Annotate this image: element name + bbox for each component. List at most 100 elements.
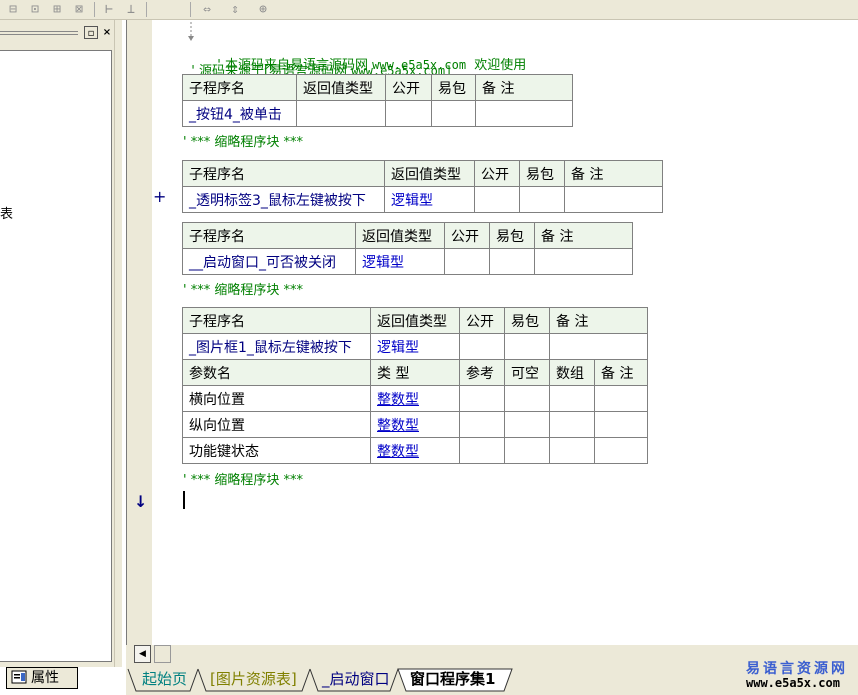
col-return-type: 返回值类型: [296, 74, 386, 101]
sub-table-with-params: 子程序名 返回值类型 公开 易包 备 注 _图片框1_鼠标左键被按下 逻辑型 参…: [182, 307, 648, 464]
param-type-cell[interactable]: 整数型: [370, 437, 460, 464]
watermark-url: www.e5a5x.com: [746, 676, 840, 690]
public-cell[interactable]: [385, 100, 432, 127]
watermark-cn: 易语言资源网: [746, 661, 848, 677]
return-type-cell[interactable]: 逻辑型: [384, 186, 475, 213]
close-icon[interactable]: ×: [100, 26, 114, 39]
h-space-icon[interactable]: ⊢: [98, 1, 120, 18]
sub-name-cell[interactable]: _图片框1_鼠标左键被按下: [182, 333, 371, 360]
col-remark: 备 注: [549, 307, 648, 334]
layout-top-icon[interactable]: ⊞: [46, 1, 68, 18]
grip-line: [0, 31, 78, 32]
sub-name-cell[interactable]: _透明标签3_鼠标左键被按下: [182, 186, 385, 213]
col-return-type: 返回值类型: [384, 160, 475, 187]
h-size-icon[interactable]: ⇔: [196, 1, 218, 18]
toolbar-separator: [146, 2, 147, 17]
col-public: 公开: [474, 160, 520, 187]
arrow-down-icon: ↓: [134, 492, 148, 511]
return-type-cell[interactable]: [296, 100, 386, 127]
tab-startup-window[interactable]: _启动窗口: [316, 667, 396, 691]
param-remark-cell[interactable]: [594, 411, 648, 438]
collapsed-block[interactable]: ' *** 缩略程序块 ***: [183, 469, 303, 488]
remark-cell[interactable]: [475, 100, 573, 127]
param-name-cell[interactable]: 横向位置: [182, 385, 371, 412]
layout-spread-icon[interactable]: ⊠: [68, 1, 90, 18]
param-array-cell[interactable]: [549, 437, 595, 464]
param-array-cell[interactable]: [549, 411, 595, 438]
param-type-cell[interactable]: 整数型: [370, 411, 460, 438]
scroll-right-button[interactable]: [154, 645, 171, 663]
public-cell[interactable]: [474, 186, 520, 213]
toolbar-separator: [94, 2, 95, 17]
scroll-left-button[interactable]: ◀: [134, 645, 151, 663]
v-size-icon[interactable]: ⇕: [224, 1, 246, 18]
tab-window-assembly[interactable]: 窗口程序集1: [404, 667, 501, 691]
col-return-type: 返回值类型: [355, 222, 445, 249]
col-easy-pkg: 易包: [489, 222, 535, 249]
easy-pkg-cell[interactable]: [519, 186, 565, 213]
param-remark-cell[interactable]: [594, 437, 648, 464]
text-caret: [183, 491, 185, 509]
public-cell[interactable]: [459, 333, 505, 360]
param-nullable-cell[interactable]: [504, 385, 550, 412]
col-ref: 参考: [459, 359, 505, 386]
public-cell[interactable]: [444, 248, 490, 275]
param-name-cell[interactable]: 功能键状态: [182, 437, 371, 464]
panel-content: 表: [0, 50, 112, 662]
col-return-type: 返回值类型: [370, 307, 460, 334]
grip-line: [0, 34, 78, 35]
tab-image-resources[interactable]: [图片资源表]: [204, 667, 303, 691]
layout-center-icon[interactable]: ⊡: [24, 1, 46, 18]
easy-pkg-cell[interactable]: [489, 248, 535, 275]
collapsed-block[interactable]: ' *** 缩略程序块 ***: [183, 131, 303, 150]
param-ref-cell[interactable]: [459, 437, 505, 464]
expand-icon[interactable]: +: [153, 187, 166, 206]
return-type-cell[interactable]: 逻辑型: [370, 333, 460, 360]
properties-tab[interactable]: 属性: [6, 667, 78, 689]
collapsed-block[interactable]: ' *** 缩略程序块 ***: [183, 279, 303, 298]
left-dock-panel: ▫ × 表: [0, 20, 122, 667]
col-param-remark: 备 注: [594, 359, 648, 386]
col-sub-name: 子程序名: [182, 74, 297, 101]
remark-cell[interactable]: [534, 248, 633, 275]
param-remark-cell[interactable]: [594, 385, 648, 412]
col-remark: 备 注: [534, 222, 633, 249]
param-nullable-cell[interactable]: [504, 437, 550, 464]
col-array: 数组: [549, 359, 595, 386]
panel-titlebar[interactable]: ▫ ×: [0, 24, 118, 40]
param-type-cell[interactable]: 整数型: [370, 385, 460, 412]
layout-left-icon[interactable]: ⊟: [2, 1, 24, 18]
pin-icon[interactable]: ▫: [84, 26, 98, 39]
center-icon[interactable]: ⊕: [252, 1, 274, 18]
form-layout-toolbar: ⊟ ⊡ ⊞ ⊠ ⊢ ⊥ ⇔ ⇕ ⊕: [0, 0, 858, 20]
param-name-cell[interactable]: 纵向位置: [182, 411, 371, 438]
param-nullable-cell[interactable]: [504, 411, 550, 438]
param-ref-cell[interactable]: [459, 385, 505, 412]
toolbar-separator: [190, 2, 191, 17]
param-ref-cell[interactable]: [459, 411, 505, 438]
sub-name-cell[interactable]: __启动窗口_可否被关闭: [182, 248, 356, 275]
v-space-icon[interactable]: ⊥: [120, 1, 142, 18]
col-sub-name: 子程序名: [182, 222, 356, 249]
col-easy-pkg: 易包: [504, 307, 550, 334]
easy-pkg-cell[interactable]: [504, 333, 550, 360]
remark-cell[interactable]: [549, 333, 648, 360]
col-sub-name: 子程序名: [182, 307, 371, 334]
param-array-cell[interactable]: [549, 385, 595, 412]
col-easy-pkg: 易包: [519, 160, 565, 187]
col-remark: 备 注: [564, 160, 663, 187]
col-public: 公开: [444, 222, 490, 249]
tab-start-page[interactable]: 起始页: [136, 667, 193, 691]
properties-icon: [11, 670, 27, 684]
easy-pkg-cell[interactable]: [431, 100, 476, 127]
remark-cell[interactable]: [564, 186, 663, 213]
return-type-cell[interactable]: 逻辑型: [355, 248, 445, 275]
col-remark: 备 注: [475, 74, 573, 101]
panel-splitter[interactable]: [114, 20, 122, 667]
sub-table: 子程序名 返回值类型 公开 易包 备 注 _透明标签3_鼠标左键被按下 逻辑型: [182, 160, 663, 213]
col-public: 公开: [385, 74, 432, 101]
col-public: 公开: [459, 307, 505, 334]
col-easy-pkg: 易包: [431, 74, 476, 101]
sub-name-cell[interactable]: _按钮4_被单击: [182, 100, 297, 127]
editor-gutter[interactable]: [126, 20, 152, 645]
